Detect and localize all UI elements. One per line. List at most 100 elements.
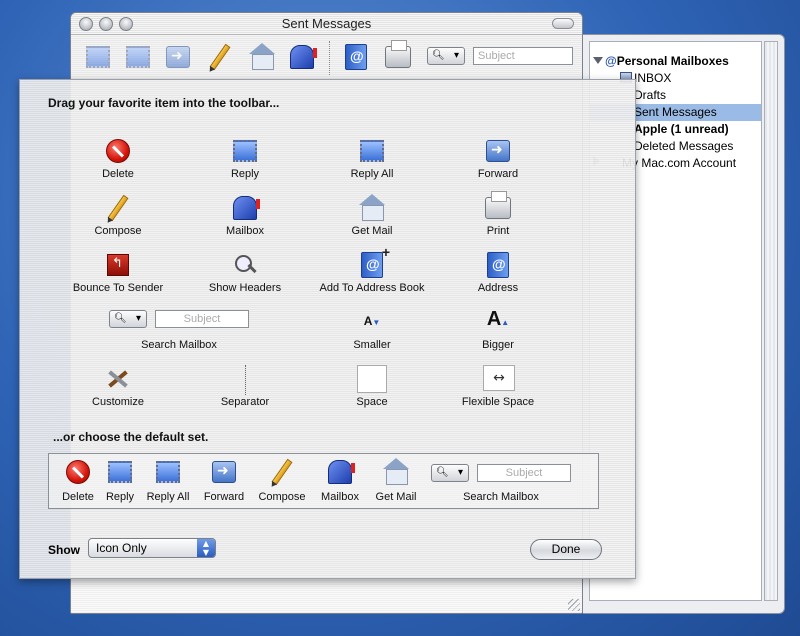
search-input-preview: Subject bbox=[477, 464, 571, 482]
done-button[interactable]: Done bbox=[530, 539, 602, 560]
item-label: Reply All bbox=[146, 491, 190, 503]
search-input[interactable]: Subject bbox=[473, 47, 573, 65]
item-label: Address bbox=[477, 282, 519, 294]
item-label: Forward bbox=[203, 491, 245, 503]
item-label: Separator bbox=[220, 396, 270, 408]
get-mail-toolbar-icon[interactable] bbox=[247, 43, 277, 73]
print-toolbar-icon[interactable] bbox=[383, 40, 413, 73]
toolbar-item-add-to-address-book[interactable]: Add To Address Book bbox=[307, 244, 437, 301]
item-label: Get Mail bbox=[351, 225, 393, 237]
default-set-toolbar[interactable]: Delete Reply Reply All Forward Compose M… bbox=[48, 453, 599, 509]
delete-icon bbox=[66, 460, 90, 484]
window-title: Sent Messages bbox=[281, 16, 372, 31]
delete-icon bbox=[106, 139, 130, 163]
mailbox-icon bbox=[233, 196, 260, 220]
toolbar-item-show-headers[interactable]: Show Headers bbox=[180, 249, 310, 301]
item-label: Print bbox=[486, 225, 510, 237]
toolbar-item-get-mail[interactable]: Get Mail bbox=[307, 192, 437, 244]
magnifier-icon: 🔍︎ bbox=[432, 50, 445, 61]
toolbar-item-bigger[interactable]: A▲ Bigger bbox=[433, 306, 563, 358]
mailbox-toolbar-icon[interactable] bbox=[287, 43, 317, 73]
mailbox-item-label: Deleted Messages bbox=[634, 139, 734, 153]
address-book-add-icon bbox=[361, 244, 390, 278]
pencil-icon bbox=[107, 194, 129, 222]
sheet-heading: Drag your favorite item into the toolbar… bbox=[48, 96, 280, 110]
toolbar-item-forward[interactable]: Forward bbox=[433, 135, 563, 187]
show-popup-menu[interactable]: Icon Only ▲ ▼ bbox=[88, 538, 216, 558]
item-label: Mailbox bbox=[226, 225, 264, 237]
reply-toolbar-icon[interactable] bbox=[123, 43, 153, 73]
item-label: Reply bbox=[105, 491, 135, 503]
chevron-down-icon: ▾ bbox=[454, 50, 460, 61]
default-set-heading: ...or choose the default set. bbox=[53, 430, 209, 444]
search-scope-button: 🔍︎ ▾ bbox=[431, 464, 469, 482]
toolbar-item-reply[interactable]: Reply bbox=[180, 135, 310, 187]
toolbar-item-bounce[interactable]: Bounce To Sender bbox=[53, 249, 183, 301]
resize-grip[interactable] bbox=[568, 599, 580, 611]
toolbar-item-separator[interactable]: Separator bbox=[180, 363, 310, 415]
toolbar-item-delete[interactable]: Delete bbox=[53, 135, 183, 187]
item-label: Delete bbox=[102, 168, 134, 180]
reply-icon bbox=[233, 140, 257, 162]
item-label: Bounce To Sender bbox=[72, 282, 164, 294]
toolbar-item-smaller[interactable]: A▼ Smaller bbox=[307, 306, 437, 358]
item-label: Mailbox bbox=[321, 491, 359, 503]
drawer-scrollbar[interactable] bbox=[764, 41, 778, 601]
disclosure-triangle-icon[interactable] bbox=[593, 57, 603, 64]
magnifier-icon: 🔍︎ bbox=[114, 313, 127, 324]
toolbar-search: 🔍︎ ▾ Subject bbox=[427, 47, 573, 67]
toolbar-item-mailbox[interactable]: Mailbox bbox=[180, 192, 310, 244]
item-label: Reply All bbox=[350, 168, 394, 180]
compose-toolbar-icon[interactable] bbox=[205, 43, 235, 73]
house-icon bbox=[383, 458, 409, 485]
mailbox-item-label: INBOX bbox=[634, 71, 672, 85]
mailbox-item-label: Apple (1 unread) bbox=[634, 122, 729, 136]
item-label: Search Mailbox bbox=[463, 491, 539, 503]
default-item-search-mailbox: 🔍︎ ▾ Subject Search Mailbox bbox=[431, 458, 571, 508]
default-item-get-mail: Get Mail bbox=[376, 458, 416, 508]
item-label: Smaller bbox=[353, 339, 391, 351]
customize-toolbar-sheet: Drag your favorite item into the toolbar… bbox=[19, 79, 636, 579]
toolbar-item-space[interactable]: Space bbox=[307, 363, 437, 415]
bounce-icon bbox=[107, 254, 129, 276]
item-label: Reply bbox=[230, 168, 260, 180]
address-toolbar-icon[interactable] bbox=[341, 43, 371, 73]
bigger-text-icon: A▲ bbox=[486, 308, 510, 330]
house-icon bbox=[359, 194, 385, 221]
show-label: Show bbox=[48, 543, 80, 557]
default-item-compose: Compose bbox=[258, 458, 306, 508]
toolbar-toggle-button[interactable] bbox=[552, 18, 574, 29]
default-item-reply: Reply bbox=[105, 458, 135, 508]
item-label: Bigger bbox=[482, 339, 514, 351]
reply-icon bbox=[108, 461, 132, 483]
search-field-preview: 🔍︎ ▾ Subject bbox=[431, 464, 571, 484]
toolbar-item-search-mailbox[interactable]: 🔍︎ ▾ Subject Search Mailbox bbox=[109, 306, 249, 358]
chevron-down-icon: ▾ bbox=[136, 313, 142, 324]
printer-icon bbox=[485, 191, 511, 219]
forward-icon bbox=[212, 461, 236, 483]
search-input-preview: Subject bbox=[155, 310, 249, 328]
default-item-forward: Forward bbox=[204, 458, 244, 508]
toolbar-item-flexible-space[interactable]: Flexible Space bbox=[433, 363, 563, 415]
item-label: Compose bbox=[258, 491, 306, 503]
toolbar-item-customize[interactable]: Customize bbox=[53, 363, 183, 415]
toolbar-item-compose[interactable]: Compose bbox=[53, 192, 183, 244]
window-toolbar: 🔍︎ ▾ Subject bbox=[71, 35, 582, 81]
delete-toolbar-icon[interactable] bbox=[83, 43, 113, 73]
item-label: Flexible Space bbox=[461, 396, 535, 408]
toolbar-item-reply-all[interactable]: Reply All bbox=[307, 135, 437, 187]
toolbar-item-print[interactable]: Print bbox=[433, 191, 563, 244]
title-bar[interactable]: Sent Messages bbox=[71, 13, 582, 35]
toolbar-item-address[interactable]: Address bbox=[433, 249, 563, 301]
item-label: Get Mail bbox=[375, 491, 417, 503]
item-label: Space bbox=[356, 396, 388, 408]
space-icon bbox=[357, 365, 387, 393]
smaller-text-icon: A▼ bbox=[363, 314, 381, 328]
default-item-reply-all: Reply All bbox=[147, 457, 189, 508]
mailbox-root[interactable]: @Personal Mailboxes bbox=[590, 53, 761, 70]
mailbox-icon bbox=[328, 460, 355, 484]
search-scope-button[interactable]: 🔍︎ ▾ bbox=[427, 47, 465, 65]
pencil-icon bbox=[271, 458, 293, 486]
separator-icon bbox=[244, 365, 246, 395]
forward-toolbar-icon[interactable] bbox=[163, 43, 193, 73]
